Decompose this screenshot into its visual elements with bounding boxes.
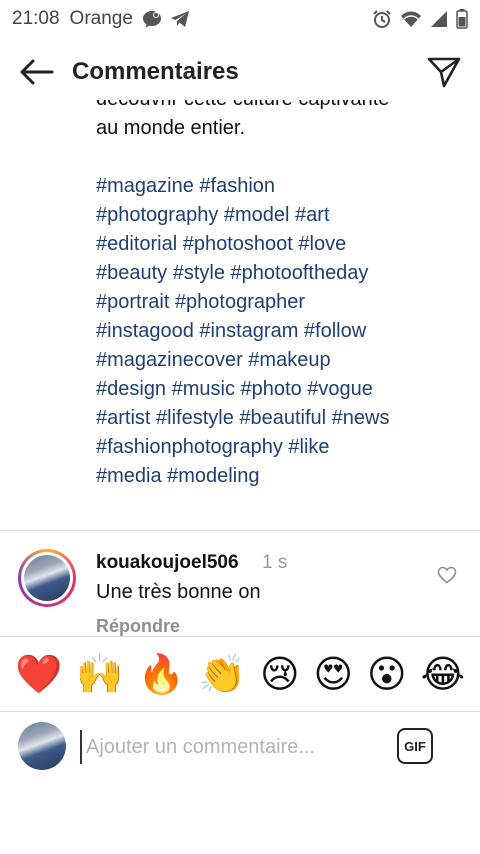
cellular-signal-icon xyxy=(430,10,448,28)
telegram-icon xyxy=(169,9,191,29)
wifi-icon xyxy=(400,10,422,28)
chat-notification-icon xyxy=(141,9,163,29)
share-button[interactable] xyxy=(408,44,480,100)
comment-text: Une très bonne on xyxy=(96,581,261,603)
emoji-open-mouth[interactable]: 😮 xyxy=(367,655,407,693)
hashtag-line[interactable]: #beauty #style #photooftheday xyxy=(96,259,466,288)
comment-username[interactable]: kouakoujoel506 xyxy=(96,552,239,574)
battery-icon xyxy=(456,9,468,29)
comment-timestamp: 1 s xyxy=(262,552,288,573)
composer-avatar xyxy=(18,722,66,770)
hashtag-line[interactable]: #fashionphotography #like xyxy=(96,433,466,462)
gif-button[interactable]: GIF xyxy=(397,728,433,764)
app-header: Commentaires xyxy=(0,44,480,100)
hashtag-line[interactable]: #media #modeling xyxy=(96,462,466,491)
hashtag-line[interactable]: #photography #model #art xyxy=(96,201,466,230)
caption-line: découvrir cette culture captivante xyxy=(96,100,466,114)
arrow-left-icon xyxy=(20,59,54,85)
post-caption: découvrir cette culture captivante au mo… xyxy=(0,100,480,520)
hashtag-line[interactable]: #editorial #photoshoot #love xyxy=(96,230,466,259)
emoji-raising-hands[interactable]: 🙌 xyxy=(76,655,123,693)
alarm-icon xyxy=(372,9,392,29)
emoji-heart-eyes[interactable]: 😍 xyxy=(314,655,354,693)
page-title: Commentaires xyxy=(72,58,239,85)
hashtag-line[interactable]: #instagood #instagram #follow xyxy=(96,317,466,346)
gif-label: GIF xyxy=(404,738,426,754)
reply-button[interactable]: Répondre xyxy=(96,616,180,636)
hashtag-list: #magazine #fashion #photography #model #… xyxy=(96,172,466,491)
hashtag-line[interactable]: #magazinecover #makeup xyxy=(96,346,466,375)
divider xyxy=(0,530,480,531)
comment-input[interactable] xyxy=(80,730,380,764)
comment-item: kouakoujoel506 1 s Une très bonne on Rép… xyxy=(0,540,480,636)
heart-outline-icon xyxy=(437,566,457,584)
emoji-clapping-hands[interactable]: 👏 xyxy=(199,655,246,693)
divider xyxy=(0,636,480,637)
avatar[interactable] xyxy=(18,549,76,607)
like-comment-button[interactable] xyxy=(437,566,457,586)
hashtag-line[interactable]: #magazine #fashion xyxy=(96,172,466,201)
emoji-tears-of-joy[interactable]: 😂 xyxy=(421,655,465,693)
back-button[interactable] xyxy=(0,44,72,100)
status-carrier: Orange xyxy=(69,8,133,29)
status-bar: 21:08 Orange xyxy=(0,0,480,38)
emoji-quick-bar: ❤️ 🙌 🔥 👏 😢 😍 😮 😂 xyxy=(0,638,480,710)
hashtag-line[interactable]: #artist #lifestyle #beautiful #news xyxy=(96,404,466,433)
hashtag-line[interactable]: #design #music #photo #vogue xyxy=(96,375,466,404)
emoji-crying-face[interactable]: 😢 xyxy=(260,655,300,693)
avatar-image xyxy=(24,555,70,601)
comment-composer: GIF xyxy=(0,712,480,782)
emoji-red-heart[interactable]: ❤️ xyxy=(15,655,62,693)
status-time: 21:08 xyxy=(12,8,60,29)
send-icon xyxy=(427,57,461,88)
hashtag-line[interactable]: #portrait #photographer xyxy=(96,288,466,317)
caption-line: au monde entier. xyxy=(96,117,245,139)
emoji-fire[interactable]: 🔥 xyxy=(137,655,184,693)
